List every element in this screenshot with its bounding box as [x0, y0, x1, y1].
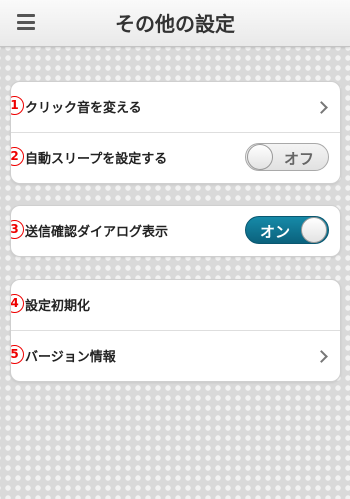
auto-sleep-row: 2 自動スリープを設定する オフ [11, 132, 340, 183]
annotation-number: 3 [11, 220, 24, 239]
chevron-right-icon [315, 350, 328, 363]
toggle-state-text: オン [260, 223, 291, 241]
annotation-number: 1 [11, 96, 24, 115]
annotation-number: 2 [11, 147, 24, 166]
click-sound-row[interactable]: 1 クリック音を変える [11, 82, 340, 132]
app-header: その他の設定 [0, 0, 350, 47]
annotation-number: 5 [11, 345, 24, 364]
send-confirm-toggle[interactable]: オン [245, 216, 329, 244]
toggle-knob [247, 144, 273, 170]
annotation-number: 4 [11, 294, 24, 313]
version-info-label: バージョン情報 [25, 350, 116, 365]
settings-group-3: 4 設定初期化 5 バージョン情報 [10, 279, 341, 382]
send-confirm-row: 3 送信確認ダイアログ表示 オン [11, 206, 340, 256]
auto-sleep-label: 自動スリープを設定する [25, 152, 168, 167]
settings-group-1: 1 クリック音を変える 2 自動スリープを設定する オフ [10, 81, 341, 184]
auto-sleep-toggle[interactable]: オフ [245, 143, 329, 171]
toggle-knob [301, 217, 327, 243]
version-info-row[interactable]: 5 バージョン情報 [11, 330, 340, 381]
toggle-state-text: オフ [284, 150, 315, 168]
page-title: その他の設定 [115, 12, 235, 36]
send-confirm-label: 送信確認ダイアログ表示 [25, 225, 169, 240]
reset-settings-label: 設定初期化 [25, 299, 91, 314]
chevron-right-icon [315, 101, 328, 114]
reset-settings-row[interactable]: 4 設定初期化 [11, 280, 340, 330]
click-sound-label: クリック音を変える [25, 101, 142, 116]
settings-group-2: 3 送信確認ダイアログ表示 オン [10, 205, 341, 257]
